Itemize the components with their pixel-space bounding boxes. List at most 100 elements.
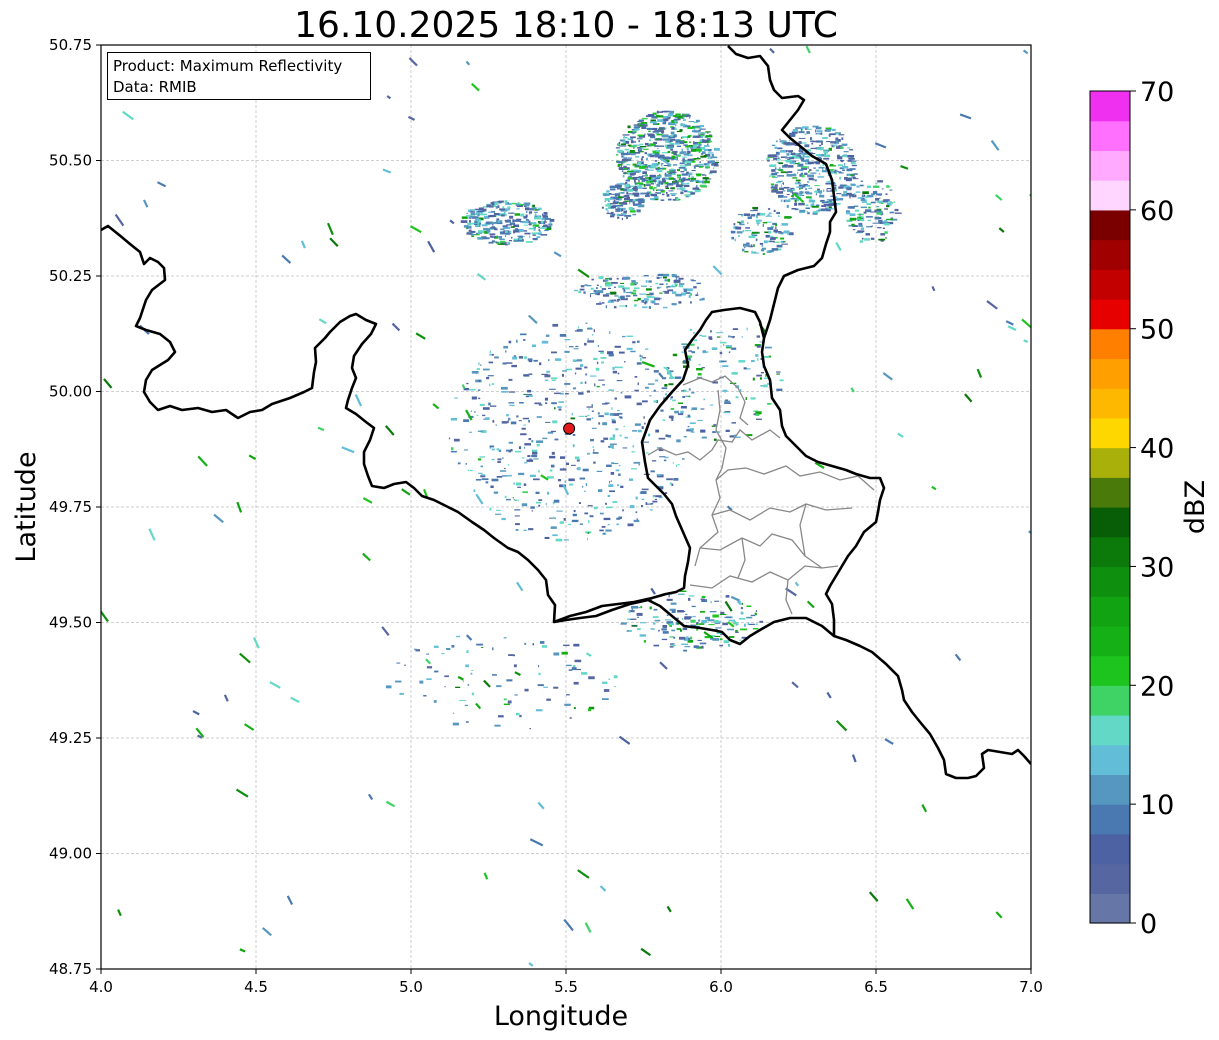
echo-pixel — [678, 402, 683, 404]
echo-pixel — [885, 193, 888, 195]
echo-pixel — [678, 277, 684, 280]
echo-pixel — [842, 169, 846, 171]
colorbar-segment — [1090, 893, 1130, 924]
echo-pixel — [503, 212, 506, 214]
colorbar-segment — [1090, 120, 1130, 152]
echo-pixel — [746, 242, 750, 245]
echo-pixel — [681, 173, 688, 176]
echo-pixel — [654, 138, 656, 141]
echo-pixel — [797, 181, 800, 184]
echo-pixel — [480, 465, 483, 468]
echo-pixel — [471, 371, 479, 374]
echo-pixel — [683, 119, 686, 121]
echo-pixel — [643, 275, 649, 277]
echo-pixel — [823, 150, 828, 154]
echo-pixel — [784, 216, 791, 219]
echo-pixel — [526, 459, 534, 462]
echo-pixel — [631, 280, 636, 283]
echo-pixel — [698, 166, 703, 168]
echo-pixel — [777, 215, 780, 218]
echo-pixel — [849, 168, 856, 170]
echo-pixel — [587, 390, 590, 393]
echo-pixel — [620, 485, 624, 488]
colorbar-segment — [1090, 774, 1130, 805]
echo-pixel — [627, 618, 631, 620]
echo-pixel — [479, 403, 485, 406]
echo-pixel — [547, 476, 554, 479]
echo-pixel — [640, 606, 643, 609]
echo-pixel — [662, 625, 667, 628]
echo-pixel — [481, 647, 484, 648]
echo-pixel — [506, 224, 513, 226]
echo-pixel — [486, 204, 492, 208]
echo-pixel — [558, 401, 564, 403]
echo-pixel — [484, 217, 486, 219]
echo-pixel — [633, 166, 636, 168]
echo-pixel — [589, 375, 597, 377]
y-tick-label: 49.50 — [49, 614, 92, 632]
echo-pixel — [723, 640, 729, 644]
echo-pixel — [745, 227, 751, 229]
echo-pixel — [612, 366, 615, 370]
echo-pixel — [655, 282, 659, 285]
echo-pixel — [452, 722, 459, 726]
echo-pixel — [466, 232, 472, 235]
x-axis-label: Longitude — [494, 1001, 628, 1032]
echo-pixel — [819, 144, 822, 147]
echo-pixel — [551, 351, 557, 354]
y-tick-label: 50.75 — [49, 36, 92, 54]
echo-pixel — [616, 523, 619, 526]
echo-pixel — [671, 303, 677, 306]
echo-pixel — [656, 287, 660, 289]
echo-pixel — [880, 202, 884, 204]
echo-pixel — [656, 276, 660, 279]
echo-pixel — [764, 346, 772, 349]
echo-pixel — [677, 169, 680, 172]
echo-pixel — [655, 297, 658, 299]
echo-pixel — [806, 181, 810, 183]
echo-pixel — [786, 194, 790, 196]
echo-pixel — [549, 388, 556, 390]
echo-pixel — [478, 362, 480, 365]
echo-pixel — [532, 204, 535, 208]
x-tick-label: 4.5 — [244, 978, 268, 996]
echo-pixel — [585, 373, 588, 376]
echo-pixel — [750, 614, 756, 617]
echo-pixel — [713, 620, 719, 623]
echo-pixel — [698, 163, 704, 166]
echo-pixel — [433, 700, 437, 703]
echo-pixel — [681, 390, 685, 392]
echo-pixel — [518, 356, 524, 359]
echo-pixel — [801, 128, 803, 132]
echo-pixel — [534, 211, 538, 213]
echo-pixel — [545, 379, 549, 382]
echo-pixel — [630, 153, 636, 156]
echo-pixel — [810, 137, 813, 140]
echo-pixel — [637, 204, 640, 207]
echo-pixel — [426, 653, 430, 655]
echo-pixel — [798, 202, 805, 206]
echo-pixel — [752, 251, 757, 254]
echo-pixel — [679, 151, 684, 155]
echo-pixel — [780, 171, 787, 174]
echo-pixel — [451, 645, 455, 648]
echo-pixel — [791, 152, 796, 155]
echo-pixel — [396, 662, 401, 664]
echo-pixel — [697, 639, 702, 641]
echo-pixel — [605, 204, 612, 207]
echo-pixel — [799, 191, 804, 194]
echo-pixel — [818, 209, 826, 212]
echo-pixel — [632, 192, 640, 196]
echo-pixel — [779, 187, 784, 191]
echo-pixel — [620, 143, 626, 146]
echo-pixel — [591, 427, 597, 429]
echo-pixel — [537, 216, 541, 219]
echo-pixel — [850, 174, 854, 176]
echo-pixel — [617, 208, 621, 211]
echo-pixel — [731, 347, 737, 350]
echo-pixel — [656, 138, 660, 140]
echo-pixel — [465, 721, 469, 723]
echo-pixel — [626, 335, 634, 337]
echo-pixel — [868, 206, 871, 209]
echo-pixel — [772, 169, 775, 171]
